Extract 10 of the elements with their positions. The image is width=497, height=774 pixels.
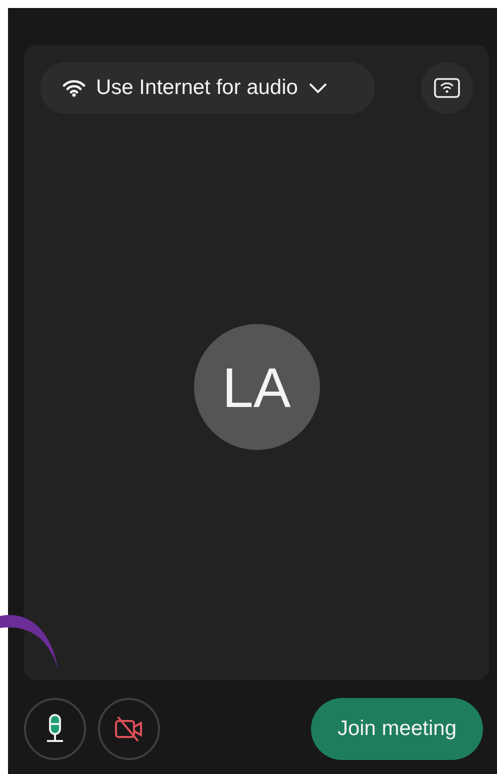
wifi-icon (62, 79, 86, 97)
camera-off-icon (114, 716, 144, 742)
wifi-screen-icon (434, 78, 460, 98)
camera-button[interactable] (98, 698, 160, 760)
microphone-button[interactable] (24, 698, 86, 760)
join-meeting-button[interactable]: Join meeting (311, 698, 483, 760)
avatar-initials: LA (194, 324, 320, 450)
microphone-icon (44, 714, 66, 744)
chevron-down-icon (308, 82, 328, 94)
audio-source-dropdown[interactable]: Use Internet for audio (40, 62, 375, 114)
